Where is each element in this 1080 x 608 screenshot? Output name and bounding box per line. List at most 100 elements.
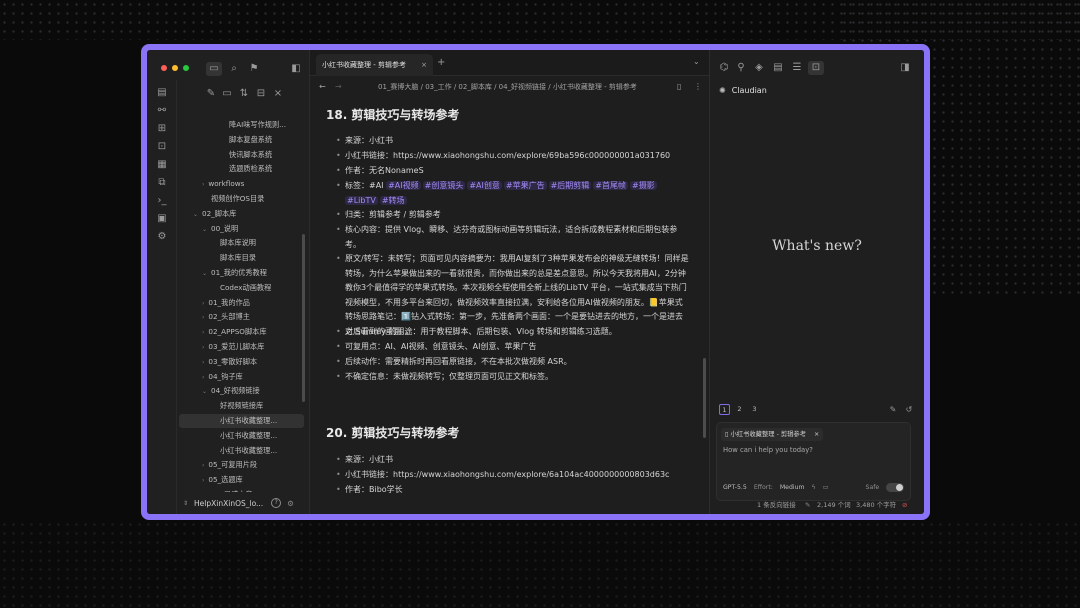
file-tree-item[interactable]: 好视频链接库 <box>179 399 304 413</box>
file-tree-item[interactable]: › 05_可复用片段 <box>179 458 304 472</box>
chevron-right-icon[interactable]: › <box>202 462 204 469</box>
link-icon[interactable]: ⚲ <box>734 62 748 74</box>
folder-icon[interactable]: ▭ <box>823 484 829 491</box>
safe-toggle[interactable] <box>886 483 905 492</box>
tag-pill[interactable]: #后期剪辑 <box>548 181 592 190</box>
file-tree-item[interactable]: 小红书收藏整理... <box>179 414 304 428</box>
chat-input[interactable]: How can i help you today? <box>723 446 813 454</box>
model-selector[interactable]: GPT-5.5 <box>723 484 747 491</box>
bot-icon[interactable]: ⊡ <box>808 61 824 75</box>
tag-pill[interactable]: #首尾帧 <box>593 181 628 190</box>
chevron-down-icon[interactable]: ⌄ <box>202 270 207 277</box>
file-tree-item[interactable]: 快讯脚本系统 <box>179 148 304 162</box>
settings-icon[interactable]: ⚙ <box>287 499 294 508</box>
archive-icon[interactable]: ▤ <box>771 62 785 74</box>
reading-view-icon[interactable]: ▯ <box>677 77 681 97</box>
history-icon[interactable]: ↺ <box>902 404 916 416</box>
breadcrumb[interactable]: 01_赛博大脑 / 03_工作 / 02_脚本库 / 04_好视频链接 / 小红… <box>378 77 637 97</box>
minimize-window-button[interactable] <box>172 65 178 71</box>
file-tree-scrollbar[interactable] <box>302 234 305 402</box>
file-tree-item[interactable]: › 03_爱范儿脚本库 <box>179 340 304 354</box>
file-tree-item[interactable]: › 05_选题库 <box>179 473 304 487</box>
file-tree-item[interactable]: › 03_零散好脚本 <box>179 355 304 369</box>
tag-pill[interactable]: #苹果广告 <box>503 181 547 190</box>
vault-switcher[interactable]: ⇕ HelpXinXinOS_lo... ? ⚙ <box>177 492 310 514</box>
tag-pill[interactable]: #转场 <box>379 195 407 205</box>
tab-close-icon[interactable]: × <box>421 54 427 76</box>
chevron-right-icon[interactable]: › <box>202 374 204 381</box>
more-options-icon[interactable]: ⋮ <box>694 77 702 97</box>
calendar-icon[interactable]: ▦ <box>155 159 169 171</box>
backlinks-count[interactable]: 1 条反向链接 <box>757 497 796 514</box>
terminal-icon[interactable]: ›_ <box>155 195 169 207</box>
tag-pill[interactable]: #AI视频 <box>386 181 421 190</box>
file-tree-item[interactable]: › 01_我的作品 <box>179 296 304 310</box>
chip-close-icon[interactable]: × <box>814 431 819 438</box>
file-tree-item[interactable]: 脚本库目录 <box>179 251 304 265</box>
tag-icon[interactable]: ◈ <box>752 62 766 74</box>
sidebar-toggle-icon[interactable]: ◧ <box>289 63 303 75</box>
file-tree-item[interactable]: › 02_APPSO脚本库 <box>179 325 304 339</box>
plugin-icon[interactable]: ⚙ <box>155 231 169 243</box>
tag-pill[interactable]: #LibTV <box>345 195 378 205</box>
conversation-tab-3[interactable]: 3 <box>749 404 760 415</box>
forward-arrow-icon[interactable]: → <box>335 77 342 97</box>
tag-pill[interactable]: #创意镜头 <box>422 181 466 190</box>
sync-status-icon[interactable]: ⊘ <box>902 497 907 514</box>
canvas-icon[interactable]: ⊡ <box>155 141 169 153</box>
file-tree-item[interactable]: ⌄ 00_说明 <box>179 222 304 236</box>
folder-icon[interactable]: ▭ <box>206 62 222 76</box>
chat-composer[interactable]: ▯ 小红书收藏整理 - 剪辑参考 × How can i help you to… <box>716 422 911 501</box>
list-item-link[interactable]: 小红书链接：https://www.xiaohongshu.com/explor… <box>336 468 690 483</box>
bookmark-icon[interactable]: ⚑ <box>247 63 261 75</box>
file-icon[interactable]: ▤ <box>155 87 169 99</box>
tag-pill[interactable]: #摄影 <box>630 181 657 190</box>
chevron-right-icon[interactable]: › <box>202 300 204 307</box>
lightning-icon[interactable]: ϟ <box>812 484 816 491</box>
file-tree-item[interactable]: Codex动画教程 <box>179 281 304 295</box>
conversation-tab-2[interactable]: 2 <box>734 404 745 415</box>
new-chat-icon[interactable]: ✎ <box>886 404 900 416</box>
file-tree-item[interactable]: ⌄ 01_我的优秀教程 <box>179 266 304 280</box>
copy-icon[interactable]: ⧉ <box>155 177 169 189</box>
list-item-link[interactable]: 小红书链接：https://www.xiaohongshu.com/explor… <box>336 149 690 164</box>
list-icon[interactable]: ☰ <box>790 62 804 74</box>
tab-note[interactable]: 小红书收藏整理 - 剪辑参考 × <box>316 54 433 76</box>
file-tree-item[interactable]: ⌄ 04_好视频链接 <box>179 384 304 398</box>
file-tree-item[interactable]: 视频创作OS目录 <box>179 192 304 206</box>
file-tree-item[interactable]: › workflows <box>179 177 304 191</box>
back-arrow-icon[interactable]: ← <box>319 77 326 97</box>
chevron-right-icon[interactable]: › <box>202 314 204 321</box>
template-icon[interactable]: ▣ <box>155 213 169 225</box>
chevron-right-icon[interactable]: › <box>202 344 204 351</box>
file-tree-item[interactable]: 降AI味写作规则... <box>179 118 304 132</box>
whats-new-heading[interactable]: What's new? <box>710 238 924 254</box>
chevron-down-icon[interactable]: ⌄ <box>202 388 207 395</box>
tab-list-chevron-icon[interactable]: ⌄ <box>693 57 700 66</box>
chevron-right-icon[interactable]: › <box>202 181 204 188</box>
edit-icon[interactable]: ✎ <box>805 497 810 514</box>
grid-icon[interactable]: ⊞ <box>155 123 169 135</box>
conversation-tab-1[interactable]: 1 <box>719 404 730 415</box>
chevron-down-icon[interactable]: ⌄ <box>193 211 198 218</box>
close-window-button[interactable] <box>161 65 167 71</box>
chevron-right-icon[interactable]: › <box>202 477 204 484</box>
new-tab-icon[interactable]: + <box>437 57 445 68</box>
file-tree-item[interactable]: 脚本库说明 <box>179 236 304 250</box>
file-tree-item[interactable]: › 02_头部博主 <box>179 310 304 324</box>
search-icon[interactable]: ⌕ <box>227 63 241 75</box>
help-icon[interactable]: ? <box>271 498 282 508</box>
right-sidebar-toggle-icon[interactable]: ◨ <box>898 62 912 74</box>
chevron-down-icon[interactable]: ⌄ <box>202 226 207 233</box>
graph-icon[interactable]: ⚯ <box>155 105 169 117</box>
zoom-window-button[interactable] <box>183 65 189 71</box>
file-tree-item[interactable]: ⌄ 02_脚本库 <box>179 207 304 221</box>
editor-scrollbar[interactable] <box>703 358 706 438</box>
file-tree-item[interactable]: 脚本复盘系统 <box>179 133 304 147</box>
file-tree-item[interactable]: 小红书收藏整理... <box>179 444 304 458</box>
tag-pill[interactable]: #AI创意 <box>467 181 502 190</box>
file-tree-item[interactable]: 选题质检系统 <box>179 162 304 176</box>
file-tree-item[interactable]: 小红书收藏整理... <box>179 429 304 443</box>
context-chip[interactable]: ▯ 小红书收藏整理 - 剪辑参考 × <box>721 428 824 441</box>
chevron-right-icon[interactable]: › <box>202 329 204 336</box>
